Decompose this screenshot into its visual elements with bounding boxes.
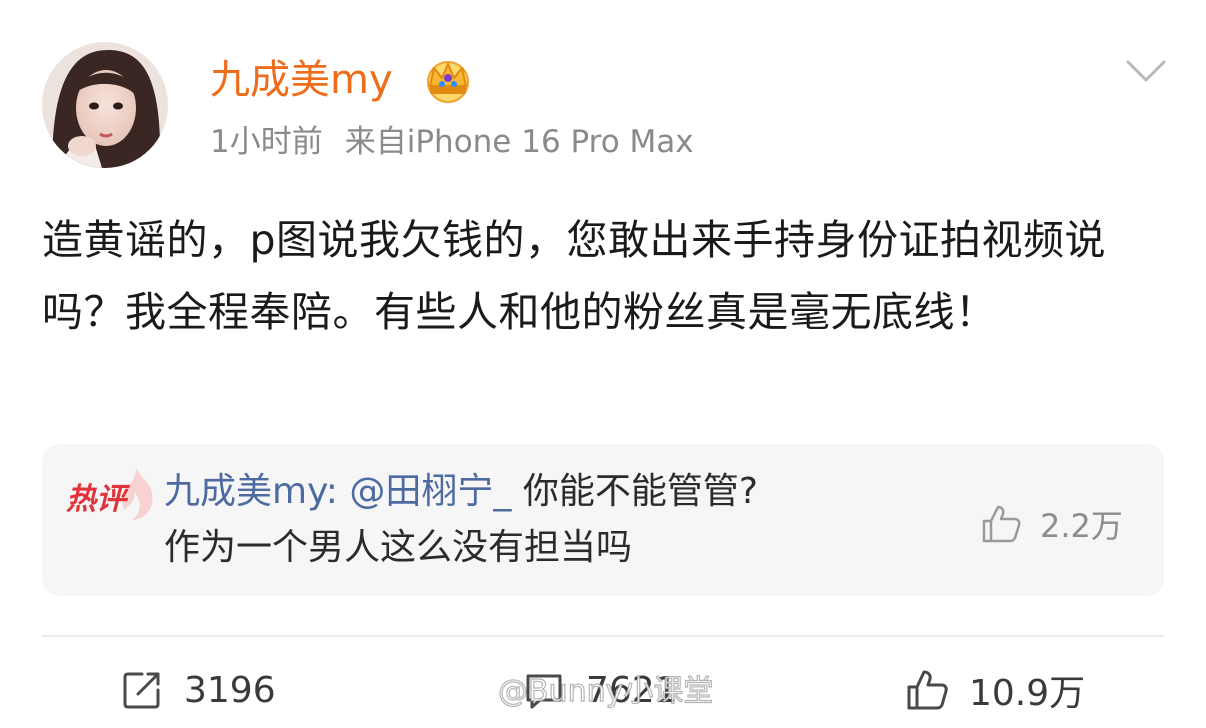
post-meta: 1小时前 来自iPhone 16 Pro Max bbox=[210, 120, 694, 164]
like-button[interactable]: 10.9万 bbox=[905, 662, 1085, 718]
repost-icon bbox=[123, 672, 160, 709]
author-name[interactable]: 九成美my bbox=[210, 52, 393, 108]
hot-comment-badge: 热评 bbox=[64, 464, 164, 528]
crown-icon bbox=[427, 61, 469, 103]
repost-count: 3196 bbox=[184, 669, 276, 711]
hot-comment-card[interactable]: 热评 九成美my: @田栩宁_ 你能不能管管? 作为一个男人这么没有担当吗 2.… bbox=[42, 444, 1164, 596]
divider bbox=[42, 635, 1164, 637]
avatar[interactable] bbox=[42, 42, 168, 168]
comment-like-count: 2.2万 bbox=[1040, 507, 1123, 545]
hot-comment-label: 热评 bbox=[66, 482, 126, 517]
comment-count: 7621 bbox=[586, 669, 678, 711]
comment-text-line2: 作为一个男人这么没有担当吗 bbox=[164, 527, 633, 568]
chevron-down-icon[interactable] bbox=[1124, 56, 1168, 86]
post-time: 1小时前 bbox=[210, 124, 323, 160]
post-source[interactable]: 来自iPhone 16 Pro Max bbox=[345, 124, 694, 160]
post-text: 造黄谣的，p图说我欠钱的，您敢出来手持身份证拍视频说吗？我全程奉陪。有些人和他的… bbox=[42, 216, 1107, 336]
hot-comment-body: 九成美my: @田栩宁_ 你能不能管管? 作为一个男人这么没有担当吗 bbox=[164, 464, 944, 576]
comment-icon bbox=[526, 674, 562, 709]
comment-author[interactable]: 九成美my: bbox=[164, 471, 338, 512]
repost-button[interactable]: 3196 bbox=[120, 662, 276, 718]
thumbs-up-icon bbox=[982, 505, 1021, 543]
comment-mention[interactable]: @田栩宁_ bbox=[349, 471, 511, 512]
thumbs-up-icon bbox=[907, 670, 948, 710]
comment-button[interactable]: 7621 bbox=[522, 662, 678, 718]
comment-text-line1: 你能不能管管? bbox=[522, 471, 758, 512]
like-count: 10.9万 bbox=[969, 673, 1086, 714]
comment-like-button[interactable]: 2.2万 bbox=[980, 500, 1150, 548]
